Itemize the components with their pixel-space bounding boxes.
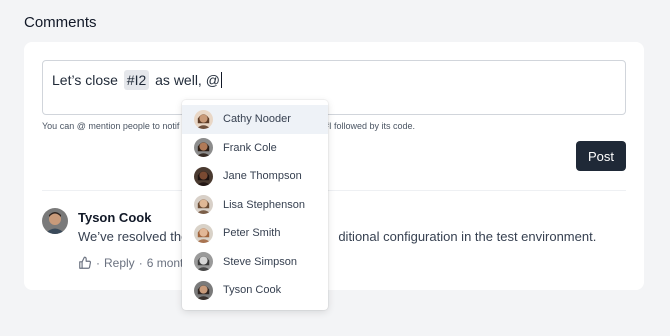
comment-body-right: ditional configuration in the test envir… [338, 229, 597, 244]
comment-author-name[interactable]: Tyson Cook [78, 210, 151, 225]
mention-option-label: Peter Smith [223, 227, 281, 240]
mention-option-label: Steve Simpson [223, 255, 297, 268]
user-avatar [194, 252, 213, 272]
user-avatar [194, 138, 213, 158]
mention-option-label: Frank Cole [223, 141, 277, 154]
mention-option[interactable]: Jane Thompson [182, 162, 328, 191]
mention-dropdown: Cathy Nooder Frank Cole Jane Thompson Lisa … [182, 100, 328, 310]
comment-meta: · Reply · 6 month [78, 256, 190, 270]
thumbs-up-icon[interactable] [78, 256, 92, 270]
issue-reference-chip[interactable]: #I2 [123, 70, 150, 90]
user-avatar [194, 109, 213, 129]
reply-link[interactable]: Reply [104, 256, 135, 270]
comment-author-avatar [42, 208, 68, 234]
post-button[interactable]: Post [576, 141, 626, 171]
editor-text-before: Let’s close [52, 72, 122, 88]
mention-option-label: Jane Thompson [223, 170, 302, 183]
mention-option-label: Lisa Stephenson [223, 198, 305, 211]
meta-separator: · [96, 256, 100, 270]
mention-option-label: Cathy Nooder [223, 113, 291, 126]
mention-option[interactable]: Tyson Cook [182, 276, 328, 305]
mention-option[interactable]: Lisa Stephenson [182, 191, 328, 220]
comment-body: We’ve resolved the ditional configuration… [78, 229, 596, 244]
mention-option[interactable]: Cathy Nooder [182, 105, 328, 134]
section-title: Comments [24, 14, 97, 31]
meta-separator: · [138, 256, 143, 270]
editor-text-after: as well, @ [151, 72, 220, 88]
mention-option[interactable]: Steve Simpson [182, 248, 328, 277]
divider [42, 190, 626, 191]
user-avatar [194, 280, 213, 300]
mention-list: Cathy Nooder Frank Cole Jane Thompson Lisa … [182, 105, 328, 305]
user-avatar [194, 195, 213, 215]
mention-option[interactable]: Peter Smith [182, 219, 328, 248]
user-avatar [194, 166, 213, 186]
comment-editor[interactable]: Let’s close #I2 as well, @ [42, 60, 626, 115]
mention-option-label: Tyson Cook [223, 284, 282, 297]
comments-card: Let’s close #I2 as well, @ You can @ men… [24, 42, 644, 290]
mention-option[interactable]: Frank Cole [182, 134, 328, 163]
text-caret [220, 72, 222, 88]
helper-text-left: You can @ mention people to notif [42, 121, 180, 131]
comment-body-left: We’ve resolved the [78, 229, 189, 244]
user-avatar [194, 223, 213, 243]
